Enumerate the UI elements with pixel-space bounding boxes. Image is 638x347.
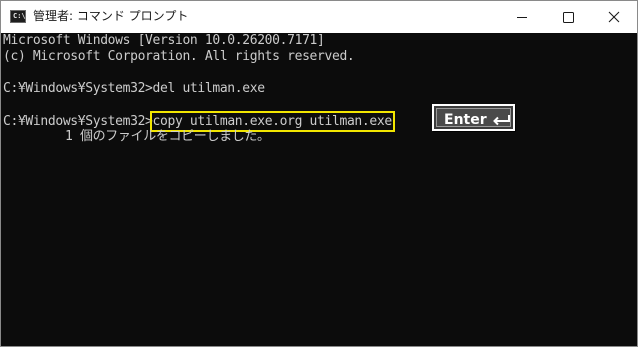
maximize-button[interactable]: [545, 1, 591, 33]
enter-key-label: Enter: [444, 112, 487, 128]
minimize-button[interactable]: [499, 1, 545, 33]
maximize-icon: [563, 12, 574, 23]
close-button[interactable]: [591, 1, 637, 33]
window-title: 管理者: コマンド プロンプト: [33, 9, 189, 23]
return-arrow-icon: [493, 115, 510, 126]
console-icon-glyph: C:\: [13, 12, 26, 20]
command-prompt: C:¥Windows¥System32>: [3, 114, 153, 129]
console-output[interactable]: Microsoft Windows [Version 10.0.26200.71…: [1, 33, 621, 346]
enter-key-annotation: Enter: [432, 104, 515, 131]
console-line: (c) Microsoft Corporation. All rights re…: [3, 49, 355, 64]
enter-key-face: Enter: [436, 108, 511, 128]
close-icon: [608, 11, 620, 23]
command-prompt-window: C:\ 管理者: コマンド プロンプト Microsoft Windows [V…: [0, 0, 638, 347]
console-line: 1 個のファイルをコピーしました。: [3, 129, 270, 145]
console-line: C:¥Windows¥System32>del utilman.exe: [3, 81, 265, 96]
vertical-scrollbar[interactable]: [622, 33, 637, 346]
highlighted-command: copy utilman.exe.org utilman.exe: [149, 111, 395, 132]
minimize-icon: [517, 17, 527, 18]
console-icon: C:\: [10, 10, 26, 23]
command-line: C:¥Windows¥System32>copy utilman.exe.org…: [3, 111, 395, 132]
console-line: Microsoft Windows [Version 10.0.26200.71…: [3, 33, 325, 48]
copy-result-text: 1 個のファイルをコピーしました。: [65, 129, 270, 144]
title-bar[interactable]: C:\ 管理者: コマンド プロンプト: [1, 1, 637, 33]
